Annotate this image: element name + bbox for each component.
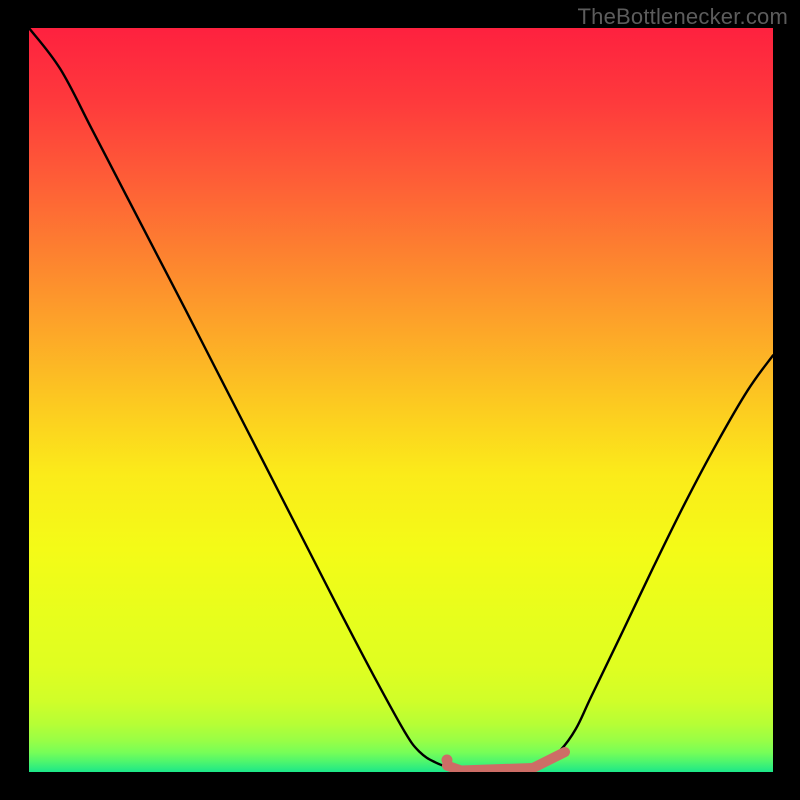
gradient-background bbox=[29, 28, 773, 772]
highlight-segment bbox=[461, 768, 533, 770]
chart-frame: TheBottlenecker.com bbox=[0, 0, 800, 800]
plot-svg bbox=[29, 28, 773, 772]
watermark-text: TheBottlenecker.com bbox=[578, 4, 788, 30]
highlight-point bbox=[441, 755, 452, 766]
plot-area bbox=[29, 28, 773, 772]
